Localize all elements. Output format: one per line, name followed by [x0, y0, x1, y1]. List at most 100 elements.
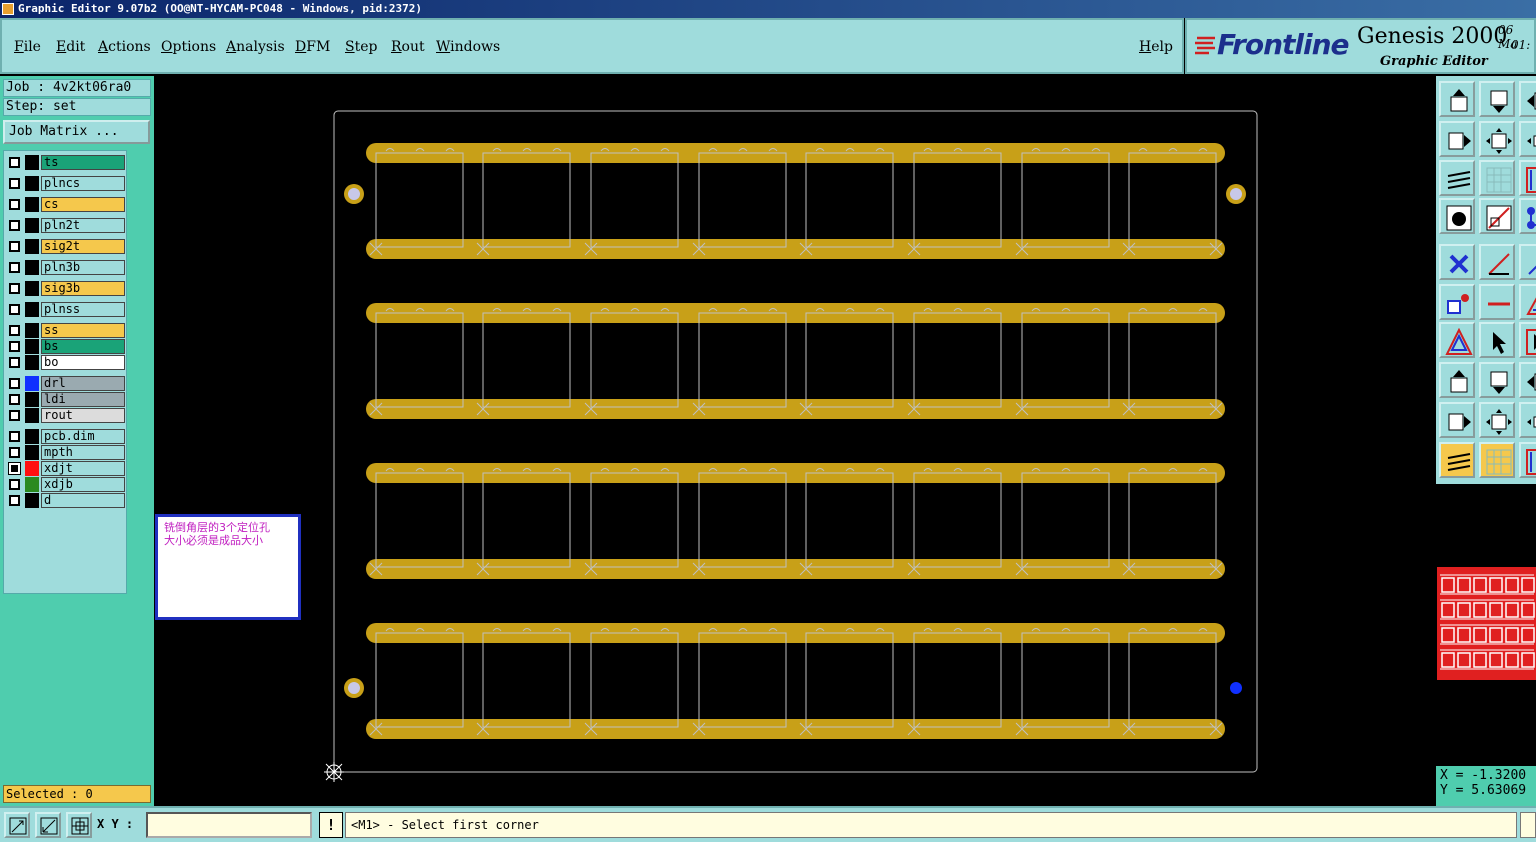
grid-tool[interactable] — [1479, 442, 1515, 478]
layer-color-swatch[interactable] — [25, 461, 39, 476]
layer-control-tool[interactable] — [1439, 160, 1475, 196]
layer-color-swatch[interactable] — [25, 408, 39, 423]
layer-checkbox[interactable] — [9, 283, 20, 294]
segment-tool[interactable] — [1479, 284, 1515, 320]
layer-color-swatch[interactable] — [25, 445, 39, 460]
layer-name[interactable]: pcb.dim — [41, 429, 125, 444]
graphic-canvas[interactable] — [154, 76, 1436, 806]
pan-left-tool[interactable] — [1519, 81, 1536, 117]
menu-help[interactable]: Help — [1139, 39, 1173, 55]
layer-color-swatch[interactable] — [25, 302, 39, 317]
layer-row[interactable]: xdjb — [6, 477, 126, 492]
layer-row[interactable]: sig2t — [6, 239, 126, 254]
layer-checkbox[interactable] — [9, 357, 20, 368]
layer-checkbox[interactable] — [9, 431, 20, 442]
layer-checkbox[interactable] — [8, 462, 21, 475]
zoom-home-tool[interactable] — [1479, 402, 1515, 438]
layer-name[interactable]: xdjb — [41, 477, 125, 492]
layer-checkbox[interactable] — [9, 157, 20, 168]
menu-step[interactable]: Step — [345, 39, 377, 55]
layer-name[interactable]: pln3b — [41, 260, 125, 275]
pan-right-tool[interactable] — [1439, 121, 1475, 157]
layer-color-swatch[interactable] — [25, 323, 39, 338]
menu-dfm[interactable]: DFM — [295, 39, 330, 55]
layer-row[interactable]: bs — [6, 339, 126, 354]
layer-row[interactable]: pln3b — [6, 260, 126, 275]
layer-name[interactable]: mpth — [41, 445, 125, 460]
layer-name[interactable]: pln2t — [41, 218, 125, 233]
overview-map[interactable] — [1436, 566, 1536, 682]
zoom-fit-button[interactable] — [35, 812, 61, 838]
layer-row[interactable]: xdjt — [6, 461, 126, 476]
grid-snap-button[interactable] — [66, 812, 92, 838]
layer-row[interactable]: plnss — [6, 302, 126, 317]
layer-row[interactable]: plncs — [6, 176, 126, 191]
layer-checkbox[interactable] — [9, 341, 20, 352]
layer-color-swatch[interactable] — [25, 355, 39, 370]
measure-tool[interactable] — [1479, 198, 1515, 234]
layer-checkbox[interactable] — [9, 199, 20, 210]
menu-file[interactable]: File — [14, 39, 41, 55]
layer-row[interactable]: bo — [6, 355, 126, 370]
layer-name[interactable]: ldi — [41, 392, 125, 407]
layer-color-swatch[interactable] — [25, 176, 39, 191]
delete-tool[interactable] — [1439, 244, 1475, 280]
layer-color-swatch[interactable] — [25, 376, 39, 391]
layer-name[interactable]: plnss — [41, 302, 125, 317]
layer-color-swatch[interactable] — [25, 260, 39, 275]
layer-control-tool[interactable] — [1439, 442, 1475, 478]
layer-name[interactable]: cs — [41, 197, 125, 212]
layer-color-swatch[interactable] — [25, 281, 39, 296]
layer-color-swatch[interactable] — [25, 493, 39, 508]
layer-color-swatch[interactable] — [25, 339, 39, 354]
grid-tool[interactable] — [1479, 160, 1515, 196]
select-box-pointer-tool[interactable] — [1519, 322, 1536, 358]
window-zoom-button[interactable] — [4, 812, 30, 838]
layer-name[interactable]: ts — [41, 155, 125, 170]
layer-row[interactable]: pcb.dim — [6, 429, 126, 444]
layer-color-swatch[interactable] — [25, 477, 39, 492]
layer-row[interactable]: pln2t — [6, 218, 126, 233]
layer-name[interactable]: sig2t — [41, 239, 125, 254]
scroll-handle[interactable] — [1520, 812, 1536, 838]
zoom-center-tool[interactable] — [1519, 402, 1536, 438]
layer-checkbox[interactable] — [9, 220, 20, 231]
layer-checkbox[interactable] — [9, 241, 20, 252]
pan-down-tool[interactable] — [1479, 362, 1515, 398]
layer-checkbox[interactable] — [9, 447, 20, 458]
layer-name[interactable]: d — [41, 493, 125, 508]
triangle-up-tool[interactable] — [1519, 284, 1536, 320]
layer-row[interactable]: ldi — [6, 392, 126, 407]
layer-name[interactable]: xdjt — [41, 461, 125, 476]
zoom-center-tool[interactable] — [1519, 121, 1536, 157]
layer-row[interactable]: ss — [6, 323, 126, 338]
layer-checkbox[interactable] — [9, 304, 20, 315]
pan-up-tool[interactable] — [1439, 362, 1475, 398]
layer-name[interactable]: bo — [41, 355, 125, 370]
layer-checkbox[interactable] — [9, 479, 20, 490]
layer-color-swatch[interactable] — [25, 429, 39, 444]
layer-checkbox[interactable] — [9, 378, 20, 389]
menu-windows[interactable]: Windows — [436, 39, 500, 55]
layer-row[interactable]: ts — [6, 155, 126, 170]
layer-checkbox[interactable] — [9, 325, 20, 336]
menu-edit[interactable]: Edit — [56, 39, 85, 55]
layer-row[interactable]: mpth — [6, 445, 126, 460]
pan-left-tool[interactable] — [1519, 362, 1536, 398]
pan-right-tool[interactable] — [1439, 402, 1475, 438]
job-matrix-button[interactable]: Job Matrix ... — [3, 120, 150, 144]
pan-up-tool[interactable] — [1439, 81, 1475, 117]
layer-checkbox[interactable] — [9, 178, 20, 189]
layer-name[interactable]: ss — [41, 323, 125, 338]
snap-tool[interactable] — [1519, 442, 1536, 478]
layer-name[interactable]: sig3b — [41, 281, 125, 296]
layer-checkbox[interactable] — [9, 410, 20, 421]
layer-color-swatch[interactable] — [25, 218, 39, 233]
layer-color-swatch[interactable] — [25, 197, 39, 212]
zoom-home-tool[interactable] — [1479, 121, 1515, 157]
layer-name[interactable]: plncs — [41, 176, 125, 191]
layer-name[interactable]: drl — [41, 376, 125, 391]
arc-tool[interactable] — [1519, 244, 1536, 280]
triangle-double-tool[interactable] — [1439, 322, 1475, 358]
layer-checkbox[interactable] — [9, 495, 20, 506]
